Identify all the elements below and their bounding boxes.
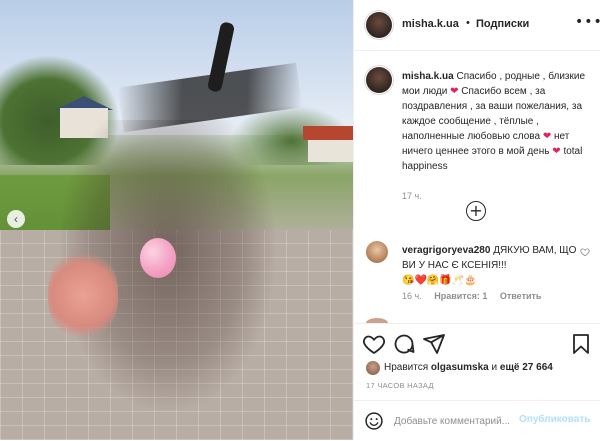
commenter-username[interactable]: veragrigoryeva280 [402, 245, 490, 256]
heart-emoji-icon: ❤ [450, 86, 459, 97]
emoji-icon [365, 412, 383, 430]
share-button[interactable] [422, 332, 446, 356]
likes-middle: и [491, 362, 498, 373]
likes-prefix: Нравится [384, 362, 429, 373]
caption-avatar[interactable] [366, 67, 392, 93]
photo-house-roof-right [303, 126, 353, 140]
publish-button[interactable]: Опубликовать [519, 414, 590, 425]
save-button[interactable] [569, 332, 593, 356]
load-more-comments-button[interactable]: + [466, 201, 486, 221]
heart-emoji-icon: ❤ [542, 131, 552, 142]
like-button[interactable] [362, 332, 386, 356]
author-username[interactable]: misha.k.ua [402, 18, 459, 30]
post-header: misha.k.ua • Подписки ••• [354, 0, 600, 51]
heart-icon [580, 248, 590, 257]
emoji-button[interactable] [364, 411, 384, 431]
caption-username[interactable]: misha.k.ua [402, 71, 454, 82]
comment-meta: 16 ч. Нравится: 1 Ответить [402, 291, 551, 301]
header-separator: • [466, 17, 470, 29]
more-options-button[interactable]: ••• [575, 14, 600, 30]
author-avatar[interactable] [366, 12, 392, 38]
caption-timestamp[interactable]: 17 ч. [402, 191, 422, 201]
likes-text[interactable]: Нравится olgasumska и ещё 27 664 [384, 362, 553, 373]
plus-circle-icon: + [469, 201, 483, 220]
heart-icon [363, 335, 385, 355]
add-comment-bar: Опубликовать [354, 400, 600, 441]
share-icon [423, 334, 445, 354]
post-actions [354, 323, 600, 364]
photo-house-right [308, 140, 353, 162]
commenter-avatar[interactable] [366, 241, 388, 263]
comment-button[interactable] [392, 332, 416, 356]
comments-panel[interactable]: misha.k.ua Спасибо , родные , близкие мо… [354, 51, 600, 323]
caption-text: misha.k.ua Спасибо , родные , близкие мо… [402, 69, 598, 174]
comment-likes-count[interactable]: Нравится: 1 [434, 291, 487, 301]
likes-count[interactable]: ещё 27 664 [500, 362, 553, 373]
liker-avatar[interactable] [366, 361, 380, 375]
post-photo[interactable]: ‹ [0, 0, 353, 440]
posted-timestamp[interactable]: 17 ЧАСОВ НАЗАД [366, 381, 434, 390]
liker-username[interactable]: olgasumska [431, 362, 489, 373]
carousel-prev-button[interactable]: ‹ [7, 210, 25, 228]
comment-icon [394, 334, 415, 354]
photo-pink-balloon [140, 238, 176, 278]
post-sidebar: misha.k.ua • Подписки ••• misha.k.ua Спа… [353, 0, 600, 440]
comment-timestamp[interactable]: 16 ч. [402, 291, 422, 301]
chevron-left-icon: ‹ [14, 212, 18, 226]
comment-like-button[interactable] [580, 247, 590, 260]
comment-reply-button[interactable]: Ответить [500, 291, 542, 301]
comment-text: veragrigoryeva280 ДЯКУЮ ВАМ, ЩО ВИ У НАС… [402, 243, 578, 288]
comment-emojis: 😘❤️🤗🎁🥂🎂 [402, 275, 477, 286]
photo-flower-bouquet [48, 250, 118, 340]
likes-summary: Нравится olgasumska и ещё 27 664 [354, 360, 600, 380]
instagram-post: ‹ misha.k.ua • Подписки ••• misha.k.ua С… [0, 0, 600, 440]
bookmark-icon [573, 334, 589, 354]
following-button[interactable]: Подписки [476, 18, 529, 30]
heart-emoji-icon: ❤ [552, 146, 561, 157]
